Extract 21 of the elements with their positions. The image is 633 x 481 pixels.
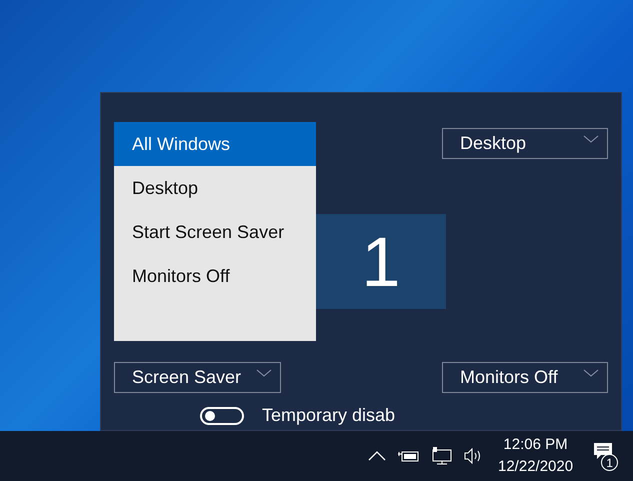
clock-date: 12/22/2020	[498, 457, 574, 477]
chevron-down-icon	[256, 369, 272, 377]
battery-icon[interactable]	[398, 449, 420, 463]
clock-time: 12:06 PM	[503, 435, 568, 455]
toggle-switch[interactable]	[200, 406, 244, 424]
toggle-label: Temporary disab	[262, 404, 396, 427]
chevron-up-icon[interactable]	[368, 451, 386, 461]
notification-badge: 1	[601, 454, 618, 471]
monitor-tile[interactable]: 1	[316, 214, 446, 309]
menu-item[interactable]: Desktop	[114, 166, 316, 210]
chevron-down-icon	[583, 135, 599, 143]
dropdown[interactable]: Desktop	[442, 128, 608, 159]
menu-item[interactable]: Start Screen Saver	[114, 210, 316, 254]
menu-item[interactable]: All Windows	[114, 122, 316, 166]
monitor-number: 1	[362, 226, 400, 296]
chevron-down-icon	[583, 369, 599, 377]
dropdown[interactable]: Monitors Off	[442, 362, 608, 393]
menu-item[interactable]: Monitors Off	[114, 254, 316, 298]
dropdown[interactable]: Screen Saver	[114, 362, 281, 393]
clock[interactable]: 12:06 PM 12/22/2020	[498, 434, 574, 478]
network-icon[interactable]	[432, 447, 452, 465]
